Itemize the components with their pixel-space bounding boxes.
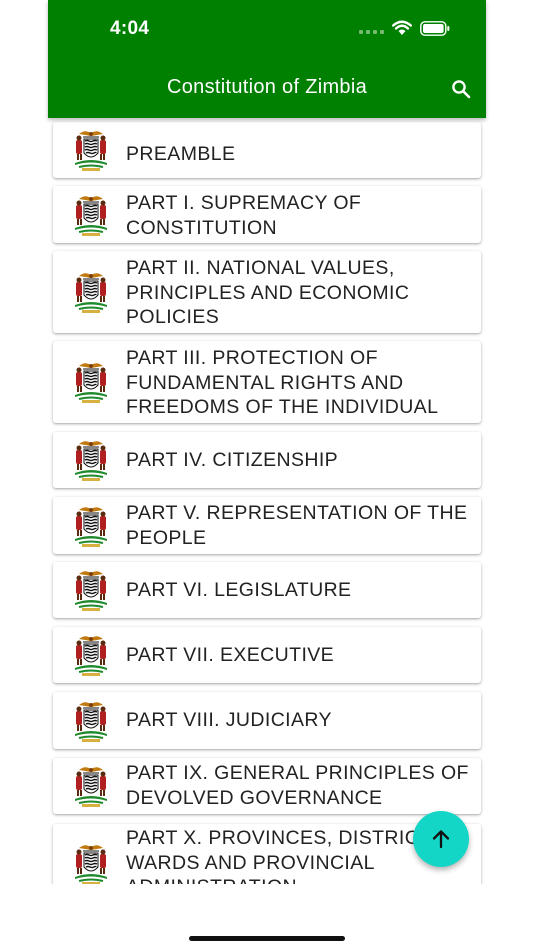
search-button[interactable] xyxy=(448,76,474,102)
list-item[interactable]: PART VIII. JUDICIARY xyxy=(53,692,481,749)
list-item-label: PART V. REPRESENTATION OF THE PEOPLE xyxy=(126,502,468,549)
coat-of-arms-icon xyxy=(73,698,109,744)
coat-of-arms-icon xyxy=(73,763,109,809)
coat-of-arms-icon xyxy=(73,437,109,483)
home-indicator[interactable] xyxy=(189,936,345,941)
battery-icon xyxy=(420,20,450,36)
status-time: 4:04 xyxy=(110,18,150,39)
list-item[interactable]: PART IV. CITIZENSHIP xyxy=(53,432,481,488)
coat-of-arms-icon xyxy=(73,567,109,613)
list-item-label: PART II. NATIONAL VALUES, PRINCIPLES AND… xyxy=(126,257,410,328)
search-icon xyxy=(452,80,471,99)
list-item-label: PART IX. GENERAL PRINCIPLES OF DEVOLVED … xyxy=(126,762,469,809)
scroll-to-top-button[interactable] xyxy=(413,811,469,867)
list-item-label: PART VII. EXECUTIVE xyxy=(126,644,335,666)
list-item[interactable]: PART II. NATIONAL VALUES, PRINCIPLES AND… xyxy=(53,251,481,333)
list-item[interactable]: PART IX. GENERAL PRINCIPLES OF DEVOLVED … xyxy=(53,758,481,814)
status-icons xyxy=(359,20,450,36)
sections-list[interactable]: PREAMBLE PART I. SUPREMACY OF CONSTITUTI… xyxy=(48,118,486,884)
list-item[interactable]: PART V. REPRESENTATION OF THE PEOPLE xyxy=(53,497,481,554)
coat-of-arms-icon xyxy=(73,192,109,238)
coat-of-arms-icon xyxy=(73,359,109,405)
coat-of-arms-icon xyxy=(73,269,109,315)
wifi-icon xyxy=(392,20,412,36)
list-item-label: PART VI. LEGISLATURE xyxy=(126,579,352,601)
app-bar: 4:04 Constitution of Zimbia xyxy=(48,0,486,118)
list-item[interactable]: PREAMBLE xyxy=(53,122,481,178)
coat-of-arms-icon xyxy=(73,632,109,678)
list-item-label: PREAMBLE xyxy=(126,143,236,165)
list-item[interactable]: PART III. PROTECTION OF FUNDAMENTAL RIGH… xyxy=(53,341,481,423)
coat-of-arms-icon xyxy=(73,503,109,549)
list-item[interactable]: PART VII. EXECUTIVE xyxy=(53,627,481,683)
arrow-up-icon xyxy=(432,830,450,849)
list-item-label: PART I. SUPREMACY OF CONSTITUTION xyxy=(126,192,362,239)
list-item[interactable]: PART VI. LEGISLATURE xyxy=(53,562,481,618)
coat-of-arms-icon xyxy=(73,127,109,173)
app-screen: 4:04 Constitution of Zimbia PREAMBLE PAR… xyxy=(48,0,486,950)
coat-of-arms-icon xyxy=(73,841,109,884)
list-item[interactable]: PART I. SUPREMACY OF CONSTITUTION xyxy=(53,186,481,243)
list-item-label: PART IV. CITIZENSHIP xyxy=(126,449,339,471)
list-item-label: PART VIII. JUDICIARY xyxy=(126,709,332,731)
cellular-signal-icon xyxy=(359,22,384,34)
app-title: Constitution of Zimbia xyxy=(166,76,368,98)
list-item-label: PART III. PROTECTION OF FUNDAMENTAL RIGH… xyxy=(126,347,439,418)
